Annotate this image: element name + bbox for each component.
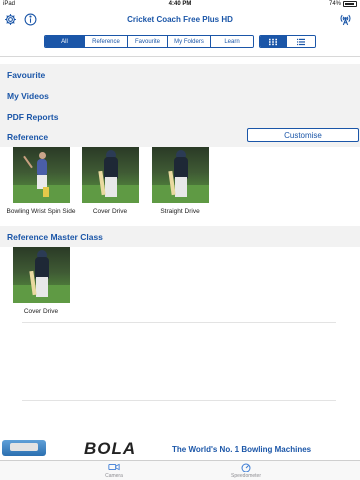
tab-learn[interactable]: Learn <box>211 36 253 47</box>
section-my-videos-title: My Videos <box>7 91 49 101</box>
view-toggle <box>259 35 316 48</box>
section-master-class-title: Reference Master Class <box>7 232 103 242</box>
reference-item[interactable]: Bowling Wrist Spin Side <box>6 147 76 216</box>
speedometer-icon <box>241 463 251 472</box>
section-reference-title: Reference <box>7 132 49 142</box>
grid-view-button[interactable] <box>260 36 288 47</box>
broadcast-icon[interactable] <box>339 13 352 26</box>
tile-label: Bowling Wrist Spin Side <box>6 208 76 215</box>
reference-item[interactable]: Straight Drive <box>145 147 215 216</box>
divider <box>22 400 336 401</box>
tab-speedometer-label: Speedometer <box>230 473 262 479</box>
app-title: Cricket Coach Free Plus HD <box>127 15 233 24</box>
tile-label: Straight Drive <box>160 208 200 215</box>
master-class-item[interactable]: Cover Drive <box>6 247 76 316</box>
ad-banner[interactable]: BOLA The World's No. 1 Bowling Machines <box>0 436 360 460</box>
section-my-videos[interactable]: My Videos <box>0 85 360 106</box>
reference-item[interactable]: Cover Drive <box>75 147 145 216</box>
section-favourite-title: Favourite <box>7 70 46 80</box>
bola-logo: BOLA <box>84 439 137 458</box>
bowling-machine-image <box>2 440 46 456</box>
filter-segmented-control: All Reference Favourite My Folders Learn <box>44 35 254 48</box>
section-favourite[interactable]: Favourite <box>0 64 360 85</box>
ad-text: The World's No. 1 Bowling Machines <box>172 445 312 454</box>
video-thumbnail <box>12 147 70 203</box>
grid-icon <box>269 38 278 45</box>
video-thumbnail <box>151 147 209 203</box>
divider <box>22 322 336 323</box>
tab-speedometer[interactable]: Speedometer <box>226 462 266 479</box>
video-thumbnail <box>12 247 70 303</box>
list-icon <box>297 38 306 45</box>
customise-button[interactable]: Customise <box>247 128 359 142</box>
tab-favourite[interactable]: Favourite <box>128 36 168 47</box>
section-pdf-reports-title: PDF Reports <box>7 112 59 122</box>
video-camera-icon <box>108 463 120 471</box>
battery-percent: 74% <box>328 1 341 7</box>
tab-bar: Camera Speedometer <box>0 460 360 480</box>
tab-all[interactable]: All <box>45 36 85 47</box>
section-pdf-reports[interactable]: PDF Reports <box>0 106 360 127</box>
tab-reference[interactable]: Reference <box>85 36 128 47</box>
section-master-class: Reference Master Class <box>0 226 360 247</box>
battery-icon <box>343 1 357 7</box>
header-divider <box>0 56 360 57</box>
status-time: 4:40 PM <box>168 1 192 7</box>
tile-label: Cover Drive <box>23 308 59 315</box>
video-thumbnail <box>81 147 139 203</box>
navigation-bar: Cricket Coach Free Plus HD <box>0 10 360 30</box>
tab-my-folders[interactable]: My Folders <box>168 36 211 47</box>
tab-camera[interactable]: Camera <box>94 462 134 479</box>
tile-label: Cover Drive <box>92 208 128 215</box>
tab-camera-label: Camera <box>105 473 123 479</box>
status-bar: iPad 4:40 PM 74% <box>0 0 360 10</box>
list-view-button[interactable] <box>287 36 315 47</box>
section-reference: Reference Customise <box>0 126 360 147</box>
